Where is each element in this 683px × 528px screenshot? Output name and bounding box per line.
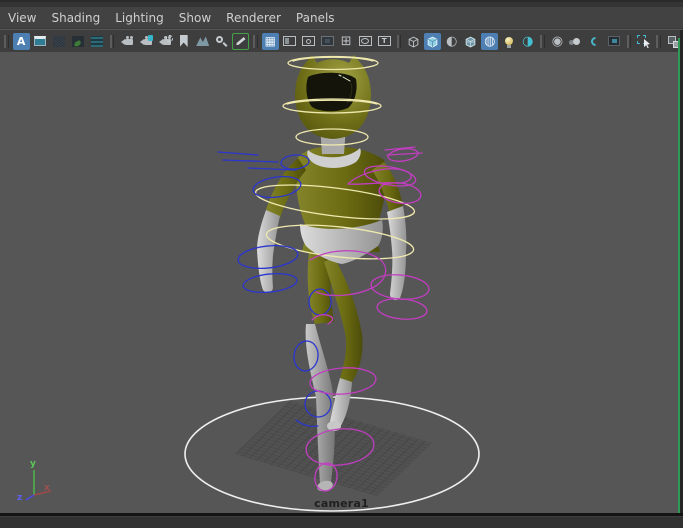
bookmarks-button[interactable] [175,33,192,50]
resolution-gate-button[interactable] [300,33,317,50]
toolbar-separator [626,34,632,48]
grid-icon: ▦ [264,34,276,48]
gate-mask-button[interactable] [319,33,336,50]
menu-view[interactable]: View [8,11,36,25]
safe-action-icon [358,36,372,46]
pane-view-button[interactable] [32,33,49,50]
camera-gear-icon [158,34,173,48]
shadows-button[interactable]: ◑ [519,33,536,50]
film-gate-button[interactable] [281,33,298,50]
field-chart-button[interactable]: ⊞ [338,33,355,50]
wire-on-shaded-cube-icon [465,36,476,47]
axis-y-label: y [30,459,36,469]
bookmark-icon [179,35,188,47]
window-top-strip [0,0,683,7]
select-camera-button[interactable] [118,33,135,50]
isolate-select-icon [636,34,651,48]
crescent-icon [589,34,602,48]
textured-button[interactable]: ◍ [481,32,499,50]
toolbar-separator [656,34,662,48]
menu-panels[interactable]: Panels [296,11,335,25]
motion-blur-button[interactable] [568,33,585,50]
smooth-shade-button[interactable] [424,32,442,50]
shaded-cube-icon [427,36,438,47]
paint-texture-button[interactable] [70,33,87,50]
grid-button[interactable]: ▦ [261,32,279,50]
gate-mask-icon [320,36,334,46]
lights-button[interactable] [500,33,517,50]
magnifier-icon [215,35,228,48]
scene-3d: y x z [17,55,480,512]
half-sphere-icon: ◐ [446,33,458,49]
pan-zoom-button[interactable] [213,33,230,50]
viewport-canvas[interactable]: y x z camera1 [0,52,683,513]
maya-viewport-panel: View Shading Lighting Show Renderer Pane… [0,0,683,528]
letter-a-icon: A [16,34,26,48]
shadow-sphere-icon: ◑ [522,33,534,49]
toolbar-separator [540,34,545,48]
default-material-button[interactable]: ◐ [443,33,460,50]
motion-blur-icon [572,37,580,45]
lock-camera-button[interactable] [137,33,154,50]
pane-icon [34,36,47,46]
safe-title-icon: T [377,36,391,46]
panel-toolbar: A ▦ ⊞ T ◐ ◍ ◑ ◉ [0,30,683,52]
film-gate-icon [282,36,296,46]
light-bulb-icon [504,37,513,48]
image-plane-button[interactable] [194,33,211,50]
grease-pencil-button[interactable] [232,33,249,50]
menu-lighting[interactable]: Lighting [115,11,164,25]
striped-texture-button[interactable] [89,33,106,50]
toolbar-separator [4,34,9,48]
camera-name-label: camera1 [314,497,369,510]
stripes-texture-icon [91,35,104,47]
depth-of-field-button[interactable] [606,33,623,50]
menu-show[interactable]: Show [179,11,211,25]
axis-x-label: x [44,483,50,493]
safe-action-button[interactable] [357,33,374,50]
dark-texture-button[interactable] [51,33,68,50]
toolbar-separator [396,34,402,48]
field-chart-icon: ⊞ [340,33,352,49]
antialiasing-button[interactable] [587,33,604,50]
wireframe-on-shaded-button[interactable] [462,33,479,50]
menu-shading[interactable]: Shading [51,11,100,25]
panel-bottom-edge [0,516,683,528]
isolate-select-button[interactable] [635,33,652,50]
camera-attributes-button[interactable] [156,33,173,50]
panel-menu-bar: View Shading Lighting Show Renderer Pane… [0,7,683,29]
ao-sphere-icon: ◉ [551,33,564,49]
wireframe-button[interactable] [405,33,422,50]
letter-a-button[interactable]: A [12,32,30,50]
noise-texture-icon [53,35,66,47]
leaf-texture-icon [72,35,85,47]
wireframe-cube-icon [408,36,419,47]
toolbar-separator [109,34,115,48]
camera-icon [120,35,134,48]
camera-lock-icon [139,34,153,48]
ssao-button[interactable]: ◉ [549,33,566,50]
resolution-gate-icon [301,36,315,46]
depth-of-field-icon [608,36,621,46]
menu-renderer[interactable]: Renderer [226,11,281,25]
toolbar-separator [253,34,258,48]
pencil-icon [235,36,245,45]
image-plane-icon [196,36,210,46]
textured-sphere-icon: ◍ [484,33,496,49]
safe-title-button[interactable]: T [376,33,393,50]
